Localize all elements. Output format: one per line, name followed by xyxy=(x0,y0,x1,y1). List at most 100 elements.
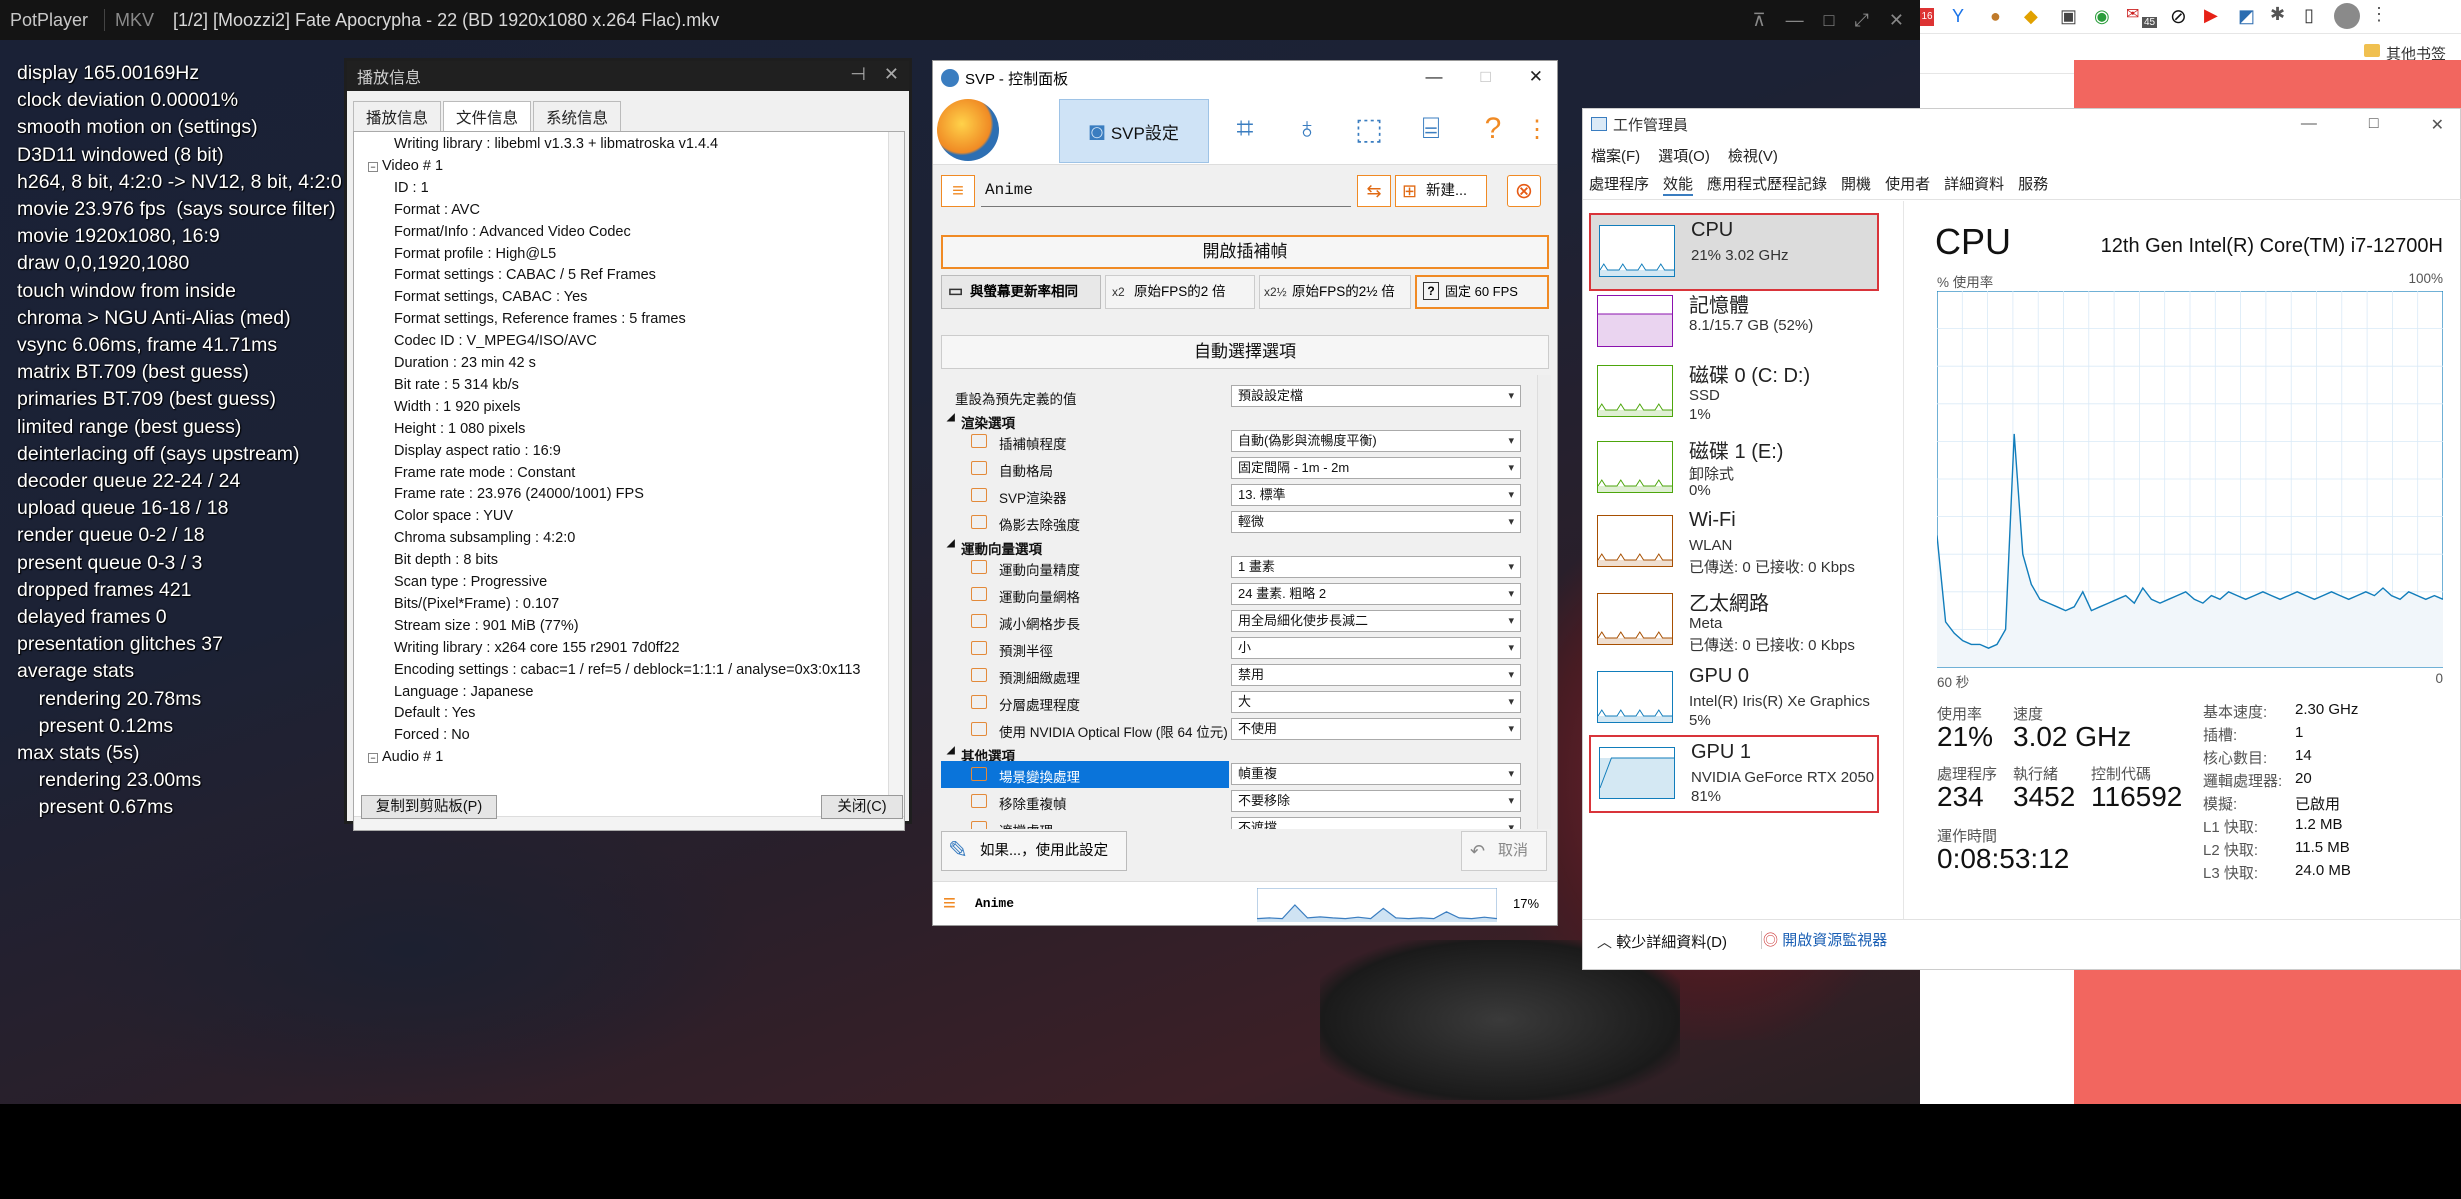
svp-settings-tab[interactable]: ◙ SVP設定 xyxy=(1059,99,1209,163)
pin-icon[interactable]: ⊼ xyxy=(1752,10,1765,31)
auto-select-button[interactable]: 自動選擇選項 xyxy=(941,335,1549,369)
tab-playinfo[interactable]: 播放信息 xyxy=(353,101,442,131)
globe-icon[interactable]: ◉ xyxy=(2094,6,2110,27)
sidebar-icon[interactable]: ▯ xyxy=(2304,5,2314,26)
row-value-select[interactable]: 1 畫素 xyxy=(1231,556,1521,578)
close-button[interactable]: 关闭(C) xyxy=(821,795,903,819)
rate-fixed-option[interactable]: ? 固定 60 FPS xyxy=(1415,275,1549,309)
row-value-select[interactable]: 24 畫素. 粗略 2 xyxy=(1231,583,1521,605)
grid-row[interactable]: 遮擋處理 不遮擋 xyxy=(941,815,1531,829)
grid-row[interactable]: 預測半徑 小 xyxy=(941,635,1531,662)
avatar[interactable] xyxy=(2334,3,2360,29)
minimize-icon[interactable]: — xyxy=(1425,67,1442,87)
row-value-select[interactable]: 13. 標準 xyxy=(1231,484,1521,506)
row-value-select[interactable]: 禁用 xyxy=(1231,664,1521,686)
rename-icon[interactable]: ⇆ xyxy=(1357,175,1391,207)
close-icon[interactable]: ✕ xyxy=(884,64,899,85)
grid-row[interactable]: 運動向量精度 1 畫素 xyxy=(941,554,1531,581)
fewer-details-button[interactable]: ︿ 較少詳細資料(D) xyxy=(1597,931,1727,952)
collapse-icon[interactable]: − xyxy=(368,161,378,172)
pin-icon[interactable]: ⊣ xyxy=(850,64,866,85)
grid-row[interactable]: 減小網格步長 用全局細化使步長減二 xyxy=(941,608,1531,635)
perf-item[interactable]: GPU 0 Intel(R) Iris(R) Xe Graphics 5% xyxy=(1589,661,1879,739)
perf-item[interactable]: GPU 1 NVIDIA GeForce RTX 2050 81% xyxy=(1589,735,1879,813)
tab-performance[interactable]: 效能 xyxy=(1663,173,1694,196)
maximize-icon[interactable]: □ xyxy=(1824,10,1835,31)
window-icon[interactable]: ▣ xyxy=(2060,6,2077,27)
profile-name-field[interactable]: Anime xyxy=(981,175,1351,207)
svp-main-logo-icon[interactable] xyxy=(937,99,999,161)
cursor-icon[interactable]: ◩ xyxy=(2238,6,2255,27)
grid-scrollbar[interactable] xyxy=(1537,375,1551,829)
tree-node[interactable]: Audio # 1 xyxy=(382,749,443,765)
menu-view[interactable]: 檢視(V) xyxy=(1728,145,1778,166)
more-icon[interactable]: ⋮ xyxy=(1513,105,1561,153)
expand-icon[interactable]: ◢ xyxy=(947,538,955,549)
expand-icon[interactable]: ◢ xyxy=(947,745,955,756)
cancel-button[interactable]: ↶ 取消 xyxy=(1461,831,1547,871)
enable-interpolation-button[interactable]: 開啟插補幀 xyxy=(941,235,1549,269)
tree-node[interactable]: Video # 1 xyxy=(382,158,443,174)
new-profile-button[interactable]: ⊞ 新建... xyxy=(1395,175,1487,207)
fullscreen-icon[interactable]: ⤢ xyxy=(1855,10,1869,31)
maximize-icon[interactable]: □ xyxy=(1480,67,1490,87)
row-value-select[interactable]: 固定間隔 - 1m - 2m xyxy=(1231,457,1521,479)
vertical-scrollbar[interactable] xyxy=(888,132,904,830)
conditional-setting-button[interactable]: ✎ 如果...，使用此設定 xyxy=(941,831,1127,871)
collapse-icon[interactable]: − xyxy=(368,753,378,764)
minimize-icon[interactable]: — xyxy=(1786,10,1804,31)
perf-item[interactable]: CPU 21% 3.02 GHz xyxy=(1589,213,1879,291)
tab-processes[interactable]: 處理程序 xyxy=(1589,173,1649,196)
tab-details[interactable]: 詳細資料 xyxy=(1944,173,2004,196)
grid-row[interactable]: 場景變換處理 幀重複 xyxy=(941,761,1531,788)
menu-file[interactable]: 檔案(F) xyxy=(1591,145,1640,166)
lightbulb-icon[interactable]: ♁ xyxy=(1283,105,1331,153)
tab-fileinfo[interactable]: 文件信息 xyxy=(443,101,532,131)
grid-section[interactable]: ◢ 渲染選項 xyxy=(941,410,1531,431)
crop-icon[interactable]: ⌗ xyxy=(1221,105,1269,153)
tab-app-history[interactable]: 應用程式歷程記錄 xyxy=(1707,173,1827,196)
tab-sysinfo[interactable]: 系统信息 xyxy=(533,101,622,131)
grid-row[interactable]: 分層處理程度 大 xyxy=(941,689,1531,716)
help-icon[interactable]: ? xyxy=(1469,105,1517,153)
display-icon[interactable]: ⬚ xyxy=(1345,105,1393,153)
grid-row[interactable]: 使用 NVIDIA Optical Flow (限 64 位元) 不使用 xyxy=(941,716,1531,743)
expand-icon[interactable]: ◢ xyxy=(947,412,955,423)
row-value-select[interactable]: 幀重複 xyxy=(1231,763,1521,785)
grid-row[interactable]: 自動格局 固定間隔 - 1m - 2m xyxy=(941,455,1531,482)
extension-icon[interactable]: Y xyxy=(1952,6,1964,27)
menu-options[interactable]: 選項(O) xyxy=(1658,145,1710,166)
row-value-select[interactable]: 不要移除 xyxy=(1231,790,1521,812)
grid-row[interactable]: 運動向量網格 24 畫素. 粗略 2 xyxy=(941,581,1531,608)
grid-row[interactable]: 偽影去除強度 輕微 xyxy=(941,509,1531,536)
perf-item[interactable]: 乙太網路 Meta 已傳送: 0 已接收: 0 Kbps xyxy=(1589,583,1879,661)
row-value-select[interactable]: 用全局細化使步長減二 xyxy=(1231,610,1521,632)
grid-row[interactable]: 移除重複幀 不要移除 xyxy=(941,788,1531,815)
close-icon[interactable]: ✕ xyxy=(2431,115,2444,135)
open-resource-monitor-link[interactable]: ◎ 開啟資源監視器 xyxy=(1763,929,1887,950)
row-value-select[interactable]: 不遮擋 xyxy=(1231,817,1521,829)
shield-icon[interactable]: ◆ xyxy=(2024,6,2038,27)
puzzle-icon[interactable]: ✱ xyxy=(2270,4,2285,25)
tab-startup[interactable]: 開機 xyxy=(1841,173,1871,196)
tab-users[interactable]: 使用者 xyxy=(1885,173,1930,196)
grid-row[interactable]: SVP渲染器 13. 標準 xyxy=(941,482,1531,509)
close-icon[interactable]: ✕ xyxy=(1889,10,1904,31)
cookie-icon[interactable]: ● xyxy=(1990,6,2001,27)
monitor-icon[interactable]: ⌸ xyxy=(1407,105,1455,153)
close-icon[interactable]: ✕ xyxy=(1529,67,1543,87)
grid-section[interactable]: ◢ 其他選項 xyxy=(941,743,1531,764)
play-icon[interactable]: ▶ xyxy=(2204,5,2218,26)
perf-item[interactable]: 磁碟 0 (C: D:) SSD 1% xyxy=(1589,355,1879,433)
row-value-select[interactable]: 輕微 xyxy=(1231,511,1521,533)
status-menu-icon[interactable]: ≡ xyxy=(943,890,956,916)
copy-clipboard-button[interactable]: 复制到剪贴板(P) xyxy=(361,795,497,819)
app-name[interactable]: PotPlayer xyxy=(0,10,104,31)
perf-item[interactable]: 記憶體 8.1/15.7 GB (52%) xyxy=(1589,285,1879,363)
grid-row[interactable]: 預測細緻處理 禁用 xyxy=(941,662,1531,689)
rate-screen-option[interactable]: ▭ 與螢幕更新率相同 xyxy=(941,275,1101,309)
perf-item[interactable]: Wi-Fi WLAN 已傳送: 0 已接收: 0 Kbps xyxy=(1589,505,1879,583)
tab-services[interactable]: 服務 xyxy=(2018,173,2048,196)
perf-item[interactable]: 磁碟 1 (E:) 卸除式 0% xyxy=(1589,431,1879,509)
rate-2-5x-option[interactable]: x2½ 原始FPS的2½ 倍 xyxy=(1259,275,1411,309)
